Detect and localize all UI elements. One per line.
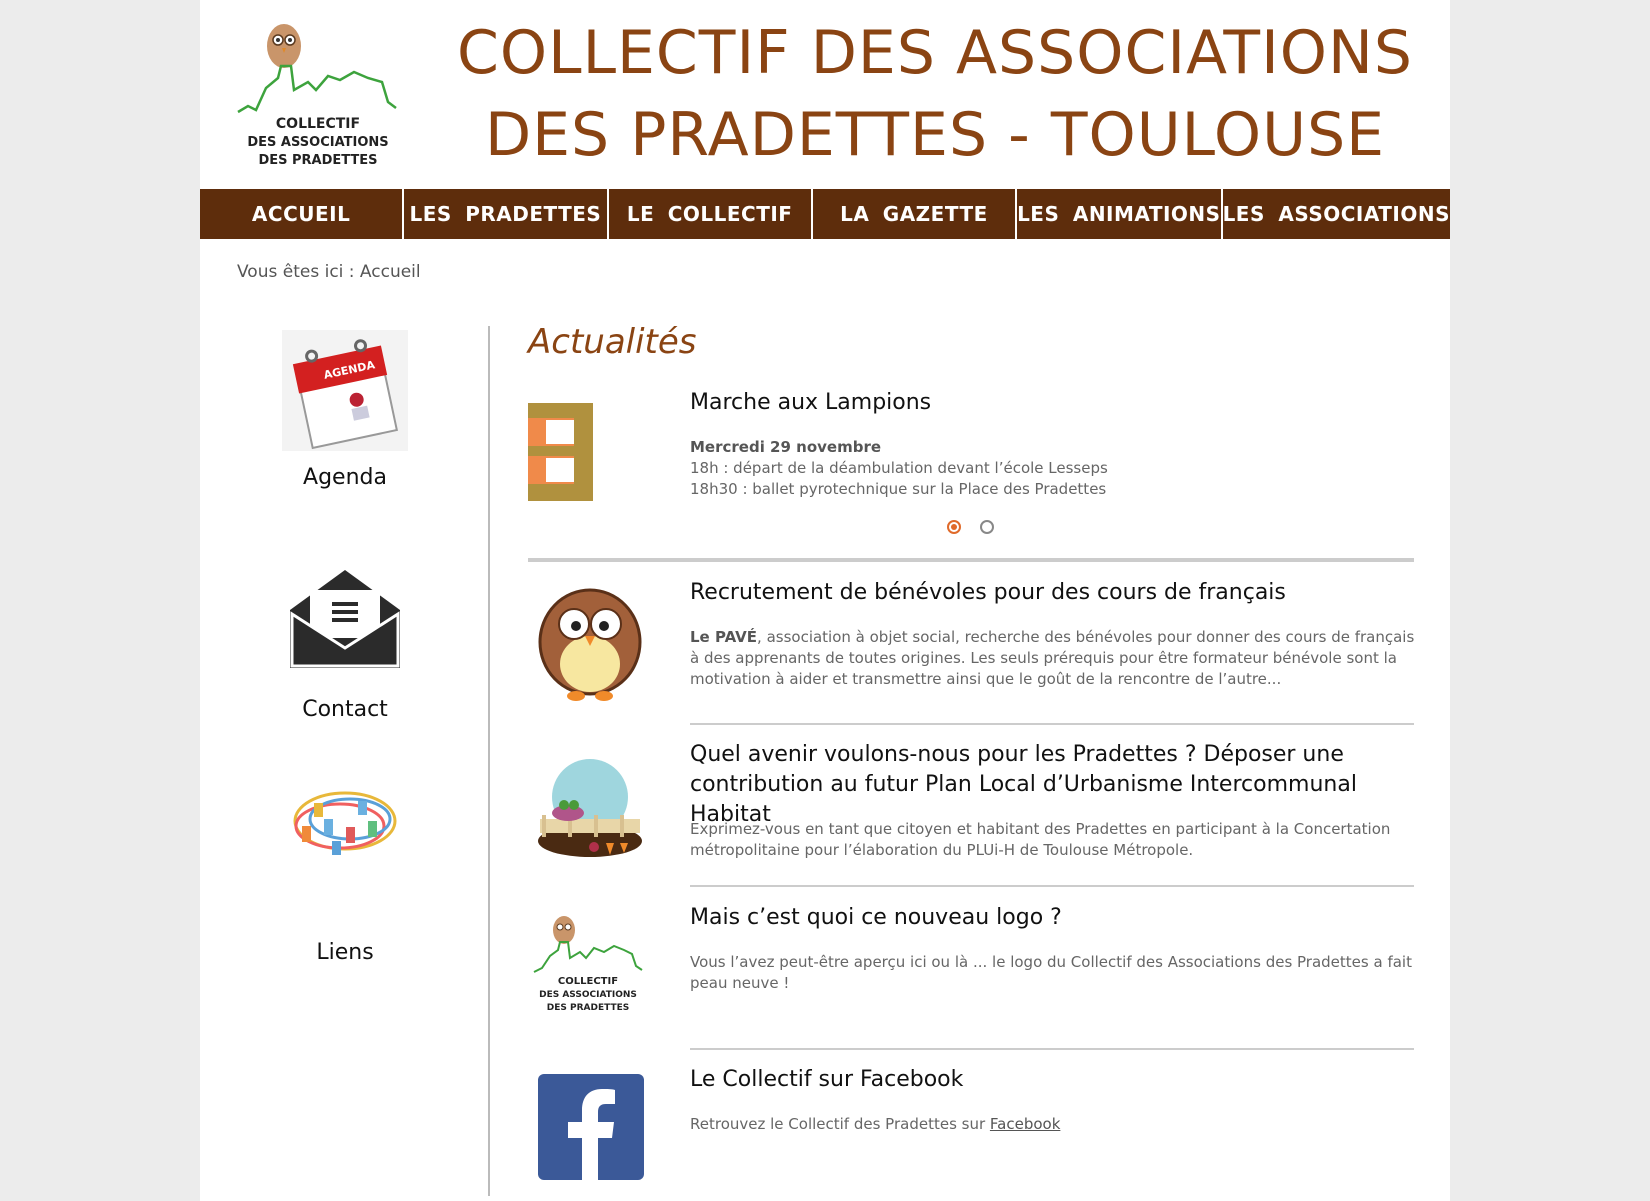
article-4-title[interactable]: Le Collectif sur Facebook (690, 1065, 1420, 1095)
article-4-text: Retrouvez le Collectif des Pradettes sur… (690, 1114, 1420, 1135)
site-logo[interactable]: COLLECTIF DES ASSOCIATIONS DES PRADETTES (236, 18, 406, 168)
slider-line1: 18h : départ de la déambulation devant l… (690, 459, 1108, 477)
slider-date: Mercredi 29 novembre (690, 438, 882, 456)
nav-accueil[interactable]: ACCUEIL (200, 189, 405, 239)
page: COLLECTIF DES ASSOCIATIONS DES PRADETTES… (200, 0, 1450, 1201)
article-divider (690, 885, 1414, 887)
links-icon (293, 791, 397, 855)
facebook-icon[interactable] (536, 1072, 646, 1182)
article-2-title[interactable]: Quel avenir voulons-nous pour les Pradet… (690, 740, 1420, 830)
slider-dot-1[interactable] (947, 520, 961, 534)
article-divider (690, 723, 1414, 725)
article-3-text: Vous l’avez peut-être aperçu ici ou là .… (690, 953, 1412, 992)
owl-logo-icon (267, 24, 301, 68)
sidebar-agenda[interactable]: AGENDA Agenda (250, 328, 440, 490)
sidebar-liens[interactable]: Liens (250, 771, 440, 965)
sidebar-liens-label: Liens (316, 940, 374, 965)
calendar-icon: AGENDA (282, 330, 408, 451)
owl-thumbnail[interactable] (528, 580, 653, 705)
svg-text:DES PRADETTES: DES PRADETTES (547, 1003, 629, 1013)
svg-text:COLLECTIF: COLLECTIF (558, 976, 618, 987)
article-1-title[interactable]: Recrutement de bénévoles pour des cours … (690, 578, 1420, 608)
slider-text: Mercredi 29 novembre 18h : départ de la … (690, 437, 1420, 500)
lampions-thumbnail[interactable] (528, 398, 653, 503)
facebook-link[interactable]: Facebook (990, 1115, 1060, 1133)
envelope-icon (290, 570, 400, 668)
skyline-line (237, 64, 397, 114)
slider-dot-2[interactable] (980, 520, 994, 534)
logo-text-1: COLLECTIF (276, 116, 360, 132)
news-heading: Actualités (528, 322, 697, 362)
article-2-text: Exprimez-vous en tant que citoyen et hab… (690, 820, 1391, 859)
article-1-body: , association à objet social, recherche … (690, 628, 1415, 688)
garden-thumbnail[interactable] (528, 745, 653, 870)
sidebar-agenda-label: Agenda (303, 465, 387, 490)
article-1-lead: Le PAVÉ (690, 628, 758, 646)
article-3-title[interactable]: Mais c’est quoi ce nouveau logo ? (690, 903, 1420, 933)
article-4-body: Retrouvez le Collectif des Pradettes sur (690, 1115, 990, 1133)
nav-le-collectif[interactable]: LE COLLECTIF (608, 189, 813, 239)
logo-text-3: DES PRADETTES (258, 153, 377, 168)
site-title-line1: COLLECTIF DES ASSOCIATIONS (457, 18, 1413, 88)
column-divider (488, 326, 490, 1196)
site-title: COLLECTIF DES ASSOCIATIONS DES PRADETTES… (440, 12, 1430, 176)
main-nav: ACCUEIL LES PRADETTES LE COLLECTIF LA GA… (200, 189, 1450, 239)
nav-les-associations[interactable]: LES ASSOCIATIONS (1222, 189, 1450, 239)
sidebar-contact-label: Contact (302, 697, 388, 722)
nav-les-pradettes[interactable]: LES PRADETTES (404, 189, 609, 239)
new-logo-thumbnail[interactable]: COLLECTIF DES ASSOCIATIONS DES PRADETTES (528, 908, 653, 1033)
sidebar-contact[interactable]: Contact (250, 560, 440, 722)
site-title-line2: DES PRADETTES - TOULOUSE (484, 100, 1386, 170)
slider-line2: 18h30 : ballet pyrotechnique sur la Plac… (690, 480, 1107, 498)
nav-la-gazette[interactable]: LA GAZETTE (812, 189, 1018, 239)
slider-title[interactable]: Marche aux Lampions (690, 388, 1420, 418)
article-divider (690, 1048, 1414, 1050)
nav-les-animations[interactable]: LES ANIMATIONS (1017, 189, 1223, 239)
svg-text:DES ASSOCIATIONS: DES ASSOCIATIONS (539, 990, 637, 1000)
logo-text-2: DES ASSOCIATIONS (247, 135, 388, 150)
article-1-text: Le PAVÉ, association à objet social, rec… (690, 627, 1420, 690)
slider-divider (528, 558, 1414, 562)
breadcrumb: Vous êtes ici : Accueil (237, 262, 421, 282)
